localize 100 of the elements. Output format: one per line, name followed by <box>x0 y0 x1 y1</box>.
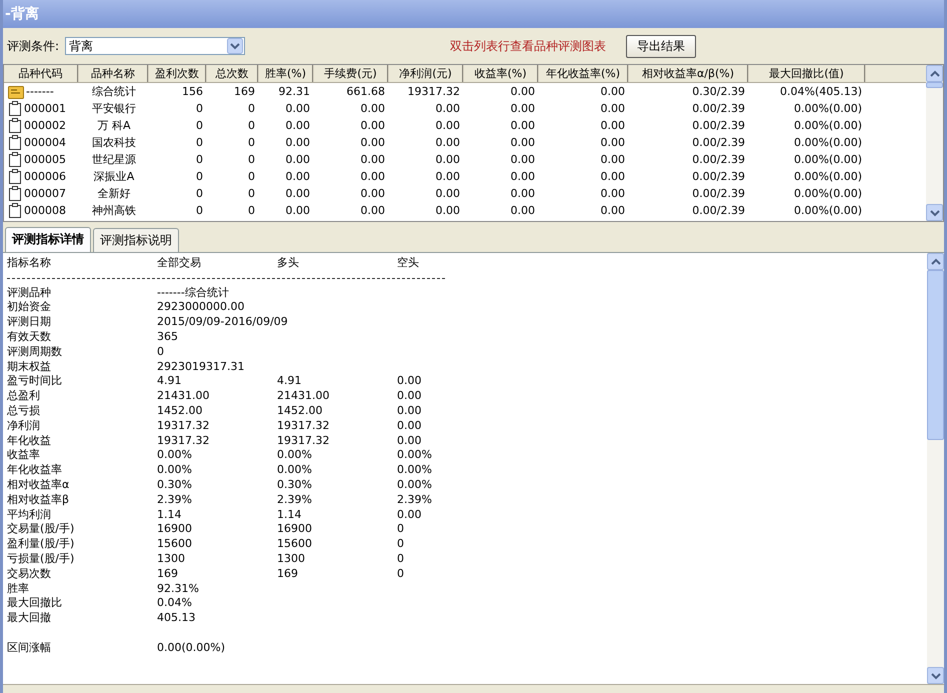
folder-icon <box>8 84 24 98</box>
metric-value: 1.14 <box>157 508 182 522</box>
metric-value: 全部交易 <box>157 256 201 271</box>
metric-value: 1452.00 <box>157 404 202 419</box>
table-cell: 0.00 <box>360 153 385 166</box>
column-header[interactable]: 胜率(%) <box>259 65 314 82</box>
metric-value: 0.00% <box>397 463 432 478</box>
metric-label: 总亏损 <box>7 404 40 419</box>
table-cell: 0 <box>196 102 203 115</box>
scroll-thumb[interactable] <box>926 82 943 88</box>
scroll-down-icon[interactable] <box>926 204 943 221</box>
table-cell: 0.00 <box>600 119 625 132</box>
column-header[interactable]: 最大回撤比(值) <box>749 65 866 82</box>
scrollbar[interactable] <box>927 253 944 684</box>
column-header[interactable]: 净利润(元) <box>389 65 464 82</box>
metric-value: 0.00% <box>277 448 312 464</box>
table-cell: 0.00/2.39 <box>692 204 745 217</box>
export-button[interactable]: 导出结果 <box>626 34 696 58</box>
scroll-up-icon[interactable] <box>926 65 943 82</box>
table-cell: 世纪星源 <box>92 153 136 166</box>
metric-value: 0.04% <box>157 596 192 612</box>
metric-value: 21431.00 <box>277 389 330 404</box>
metric-label: 亏损量(股/手) <box>7 552 74 567</box>
column-header[interactable]: 盈利次数 <box>149 65 207 82</box>
table-cell: 0.00 <box>286 119 310 132</box>
table-cell: 0.00 <box>600 170 625 183</box>
metric-label: 盈亏时间比 <box>7 374 62 390</box>
column-header[interactable]: 年化收益率(%) <box>539 65 629 82</box>
table-cell: 0.00%(0.00) <box>794 136 862 149</box>
metric-value: 365 <box>157 330 178 345</box>
metric-value: 1.14 <box>277 508 302 522</box>
metric-value: 2.39% <box>397 492 432 508</box>
tab[interactable]: 评测指标详情 <box>5 227 91 252</box>
table-cell: 0.00%(0.00) <box>794 102 862 115</box>
table-cell: 0.00 <box>510 119 535 132</box>
table-cell: 国农科技 <box>92 136 136 149</box>
metric-value: 4.91 <box>157 374 182 390</box>
metric-value: 0.00 <box>397 418 422 434</box>
table-cell-text: 000002 <box>24 118 66 134</box>
clipboard-icon <box>8 186 22 201</box>
metric-value: 0.00% <box>277 463 312 478</box>
table-cell: 0 <box>248 153 255 166</box>
metric-label: 净利润 <box>7 418 40 434</box>
table-cell: 平安银行 <box>92 102 136 115</box>
table-cell: 92.31 <box>278 85 310 98</box>
metric-label: 最大回撤 <box>7 611 51 626</box>
dropdown-caret-icon[interactable] <box>227 38 244 54</box>
scroll-thumb[interactable] <box>927 270 944 440</box>
metric-value: 0.00 <box>397 374 422 390</box>
metric-value: 0.00% <box>157 448 192 464</box>
metric-label: 有效天数 <box>7 330 51 345</box>
table-cell: 0.00 <box>510 153 535 166</box>
metric-value: 0.00 <box>397 404 422 419</box>
table-cell: 0.00/2.39 <box>692 119 745 132</box>
metric-value: 0 <box>397 522 404 538</box>
metric-value: 19317.32 <box>157 434 210 448</box>
table-cell: 0 <box>196 204 203 217</box>
table-cell: 0.04%(405.13) <box>780 85 862 98</box>
tab[interactable]: 评测指标说明 <box>93 228 179 252</box>
metric-label: 评测周期数 <box>7 344 62 360</box>
metric-value: 19317.32 <box>157 418 210 434</box>
metric-label: 年化收益率 <box>7 463 62 478</box>
clipboard-icon <box>8 135 22 150</box>
clipboard-icon <box>8 118 22 133</box>
metric-value: 4.91 <box>277 374 302 390</box>
table-cell: 0.00 <box>600 153 625 166</box>
metric-value: 1300 <box>157 552 185 567</box>
scrollbar[interactable] <box>926 65 943 221</box>
column-header[interactable]: 收益率(%) <box>464 65 539 82</box>
table-cell: 0 <box>196 187 203 200</box>
metric-label: 收益率 <box>7 448 40 464</box>
metric-value: 0 <box>397 537 404 552</box>
metric-value: 0 <box>397 566 404 582</box>
metric-value: 19317.32 <box>277 418 330 434</box>
scroll-up-icon[interactable] <box>927 253 944 270</box>
metric-label: 最大回撤比 <box>7 596 62 612</box>
table-cell: 全新好 <box>98 187 130 200</box>
column-header[interactable]: 相对收益率α/β(%) <box>629 65 749 82</box>
column-header[interactable]: 总次数 <box>207 65 259 82</box>
table-cell: 0.00 <box>510 102 535 115</box>
condition-dropdown[interactable]: 背离 <box>65 37 246 55</box>
table-cell: 156 <box>182 85 203 98</box>
table-cell: 0.00 <box>510 204 535 217</box>
metric-label: 指标名称 <box>7 256 51 271</box>
column-header[interactable]: 手续费(元) <box>314 65 389 82</box>
column-header[interactable]: 品种名称 <box>79 65 149 82</box>
column-header[interactable]: 品种代码 <box>4 65 79 82</box>
table-cell: 0 <box>196 170 203 183</box>
metric-value: 0.00(0.00%) <box>157 640 226 656</box>
metric-value: 92.31% <box>157 582 199 596</box>
metric-value: 16900 <box>277 522 312 538</box>
metric-value: 2.39% <box>157 492 192 508</box>
table-cell: 0.00 <box>286 204 310 217</box>
clipboard-icon <box>8 203 22 218</box>
clipboard-icon <box>8 169 22 184</box>
window-title: -背离 <box>5 5 39 23</box>
table-cell: 0.00%(0.00) <box>794 187 862 200</box>
metric-label: 交易量(股/手) <box>7 522 74 538</box>
scroll-down-icon[interactable] <box>927 667 944 684</box>
table-cell-text: 000006 <box>24 169 66 185</box>
